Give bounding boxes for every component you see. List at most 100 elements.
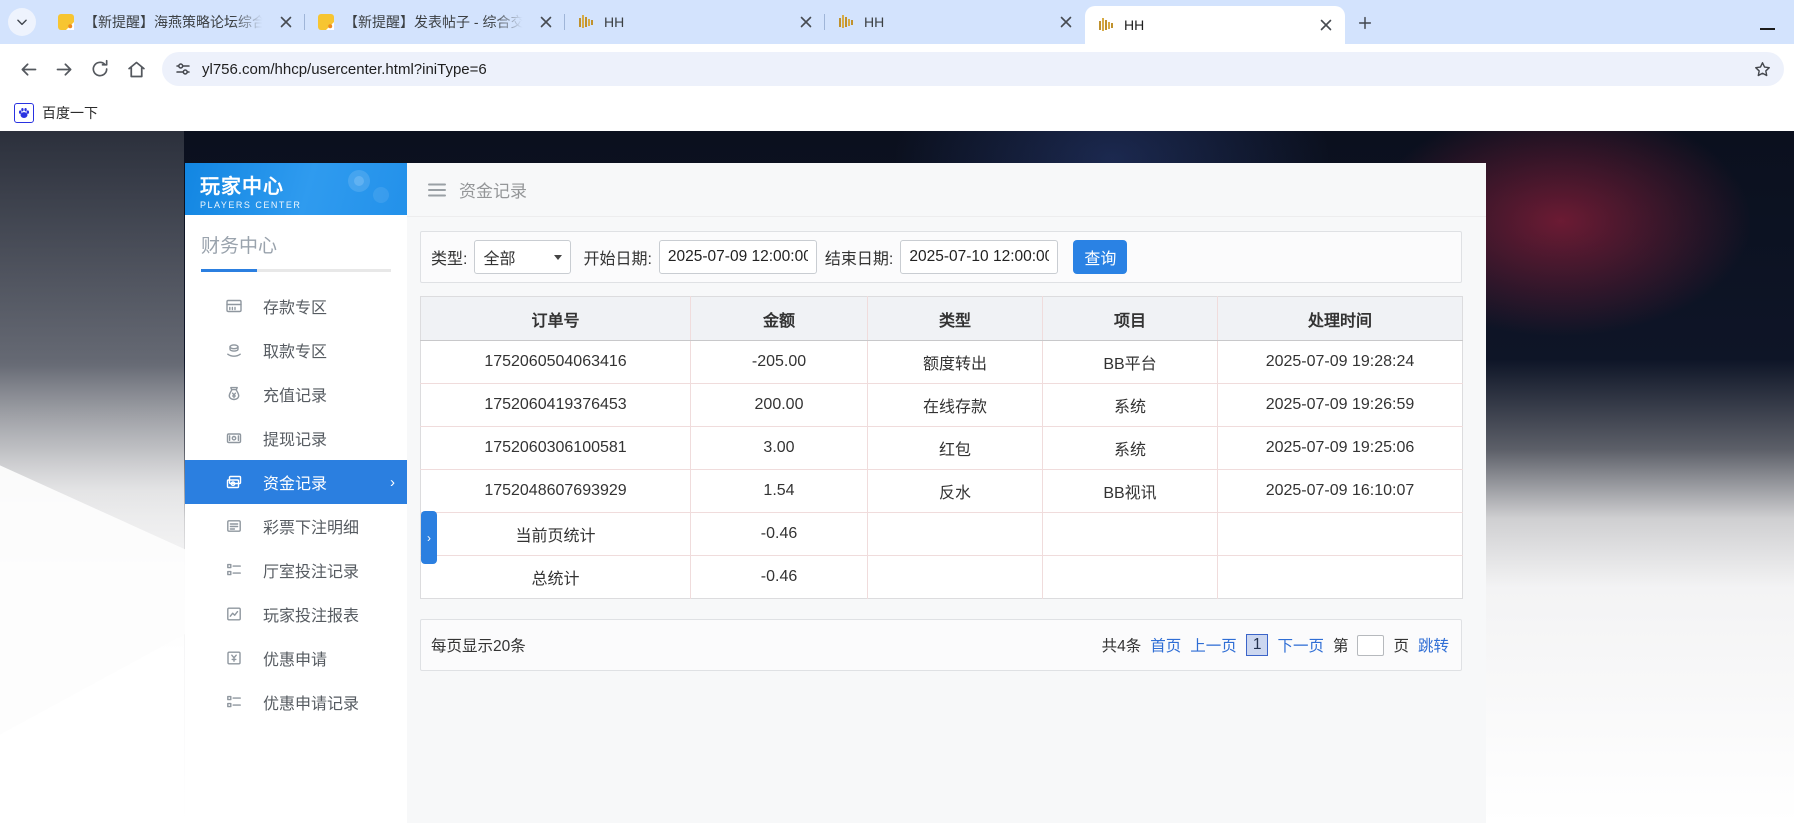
tab-close-button[interactable] [275,11,297,33]
browser-tab-active[interactable]: HH [1085,6,1345,44]
table-cell: 2025-07-09 19:28:24 [1218,341,1463,384]
tab-close-button[interactable] [1055,11,1077,33]
page-title: 资金记录 [459,177,527,202]
tab-title: HH [1124,17,1306,33]
column-header: 处理时间 [1218,297,1463,341]
sidebar-item-label: 优惠申请记录 [263,690,359,714]
sidebar-item-厅室投注记录[interactable]: 厅室投注记录 [185,548,407,592]
browser-tab[interactable]: HH [825,0,1085,44]
address-bar[interactable]: yl756.com/hhcp/usercenter.html?iniType=6 [162,52,1784,86]
hall-bets-icon [225,561,243,579]
tab-close-button[interactable] [535,11,557,33]
sidebar-collapse-handle[interactable]: › [421,511,437,564]
bookmarks-bar: 百度一下 [0,94,1794,131]
table-cell: 1752060306100581 [421,427,691,470]
table-row: 1752060504063416-205.00额度转出BB平台2025-07-0… [421,341,1463,384]
new-tab-button[interactable] [1352,10,1378,36]
table-cell: 2025-07-09 19:25:06 [1218,427,1463,470]
start-date-input[interactable] [659,240,817,274]
total-count-text: 共4条 [1102,634,1142,656]
jump-page-input[interactable] [1357,635,1384,656]
hamburger-icon[interactable] [428,182,446,198]
minimize-button[interactable] [1760,14,1778,30]
tab-close-button[interactable] [1315,14,1337,36]
start-date-label: 开始日期: [583,245,651,269]
end-date-label: 结束日期: [825,245,893,269]
close-icon [280,16,292,28]
forum-icon [317,13,335,31]
hh-gold-icon [837,13,855,31]
type-select-value: 全部 [483,245,515,269]
tab-search-button[interactable] [8,8,36,36]
table-cell: 1752048607693929 [421,470,691,513]
forward-icon [54,59,75,80]
sidebar-item-彩票下注明细[interactable]: 彩票下注明细 [185,504,407,548]
back-button[interactable] [10,51,46,87]
next-page-link[interactable]: 下一页 [1277,634,1324,656]
pagination-controls: 共4条 首页 上一页 1 下一页 第 页 跳转 [1102,634,1449,656]
chevron-right-icon: › [427,531,431,545]
url-text[interactable]: yl756.com/hhcp/usercenter.html?iniType=6 [202,61,1743,78]
reload-button[interactable] [82,51,118,87]
sidebar-item-存款专区[interactable]: 存款专区 [185,284,407,328]
sidebar-item-提现记录[interactable]: 提现记录 [185,416,407,460]
star-icon [1753,60,1772,79]
home-button[interactable] [118,51,154,87]
browser-toolbar: yl756.com/hhcp/usercenter.html?iniType=6 [0,44,1794,94]
close-icon [1320,19,1332,31]
table-cell: 红包 [868,427,1043,470]
jump-button[interactable]: 跳转 [1418,634,1449,656]
column-header: 金额 [691,297,868,341]
browser-tab[interactable]: 【新提醒】海燕策略论坛综合交 [45,0,305,44]
table-cell [868,556,1043,599]
type-select[interactable]: 全部 [474,240,571,274]
table-row: 1752060419376453200.00在线存款系统2025-07-09 1… [421,384,1463,427]
back-icon [18,59,39,80]
bet-report-icon [225,605,243,623]
jump-prefix-text: 第 [1333,634,1349,656]
table-header-row: 订单号金额类型项目处理时间 [421,297,1463,341]
table-row: 17520603061005813.00红包系统2025-07-09 19:25… [421,427,1463,470]
sidebar-item-资金记录[interactable]: 资金记录› [185,460,407,504]
end-date-input[interactable] [900,240,1058,274]
type-label: 类型: [431,245,467,269]
sidebar-item-label: 提现记录 [263,426,327,450]
gamepad-icon [339,169,397,211]
tab-title: 【新提醒】海燕策略论坛综合交 [84,12,266,32]
main-body: 类型: 全部 开始日期: 结束日期: 查询 订单号金额类型项目处理时间 1752… [407,217,1486,671]
query-button[interactable]: 查询 [1073,240,1127,274]
sidebar-item-优惠申请[interactable]: 优惠申请 [185,636,407,680]
table-cell: -0.46 [691,513,868,556]
sidebar-banner: 玩家中心 PLAYERS CENTER [185,163,407,215]
tab-close-button[interactable] [795,11,817,33]
tab-title: 【新提醒】发表帖子 - 综合交流 [344,12,526,32]
browser-tab[interactable]: HH [565,0,825,44]
table-cell: BB视讯 [1043,470,1218,513]
sidebar-item-玩家投注报表[interactable]: 玩家投注报表 [185,592,407,636]
main-header: 资金记录 [407,163,1486,217]
select-caret-icon [554,255,562,260]
table-cell: 反水 [868,470,1043,513]
table-cell: 系统 [1043,427,1218,470]
forward-button[interactable] [46,51,82,87]
sidebar-item-充值记录[interactable]: 充值记录 [185,372,407,416]
sidebar-item-优惠申请记录[interactable]: 优惠申请记录 [185,680,407,724]
sidebar-item-label: 玩家投注报表 [263,602,359,626]
prev-page-link[interactable]: 上一页 [1190,634,1237,656]
table-cell: 系统 [1043,384,1218,427]
sidebar-item-取款专区[interactable]: 取款专区 [185,328,407,372]
bookmark-item-baidu[interactable]: 百度一下 [14,103,98,123]
column-header: 订单号 [421,297,691,341]
main-content: 资金记录 › 类型: 全部 开始日期: 结束日期: 查询 [407,163,1486,823]
bookmark-star-button[interactable] [1753,60,1772,79]
table-cell: 1752060504063416 [421,341,691,384]
first-page-link[interactable]: 首页 [1150,634,1181,656]
tab-title: HH [864,14,1046,30]
funds-table: 订单号金额类型项目处理时间 1752060504063416-205.00额度转… [420,296,1463,599]
reload-icon [90,59,110,79]
home-icon [126,59,147,80]
site-settings-icon[interactable] [174,60,192,78]
chevron-right-icon: › [390,474,395,491]
browser-tab[interactable]: 【新提醒】发表帖子 - 综合交流 [305,0,565,44]
summary-row: 总统计-0.46 [421,556,1463,599]
